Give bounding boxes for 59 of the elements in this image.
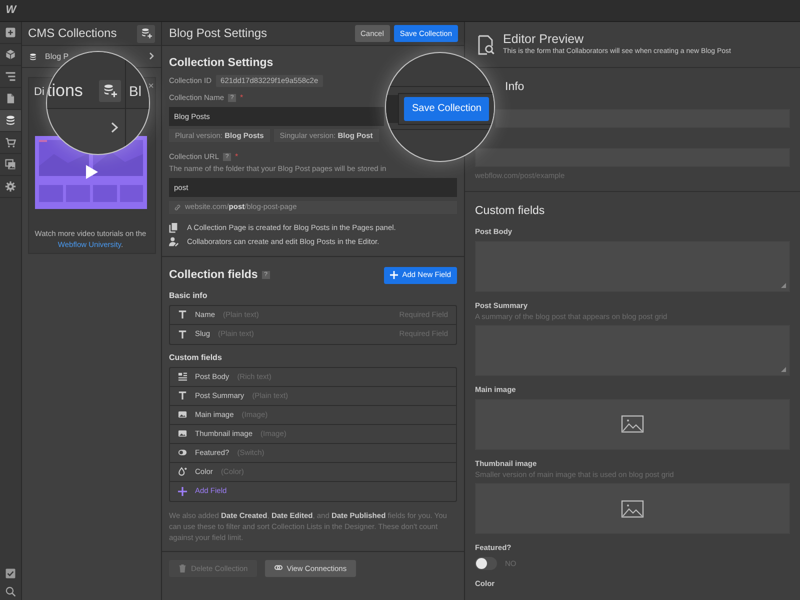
- chevron-icon: [111, 122, 118, 133]
- plus-icon: [178, 486, 187, 496]
- droplet-icon: [178, 467, 187, 476]
- required-mark: *: [240, 92, 244, 103]
- chevron-icon[interactable]: [149, 52, 154, 60]
- required-mark: *: [235, 152, 238, 162]
- input-field[interactable]: [495, 109, 790, 128]
- text-icon: [178, 330, 187, 338]
- cart-icon[interactable]: [5, 137, 16, 148]
- panel-title: tions: [47, 80, 83, 102]
- toggle-switch[interactable]: [475, 556, 497, 570]
- input-field[interactable]: [475, 148, 790, 168]
- logo[interactable]: W: [0, 0, 22, 22]
- panel-title: Bl: [129, 83, 142, 100]
- section-title: Custom fields: [475, 204, 546, 218]
- panel-title: CMS Collections: [28, 26, 117, 41]
- plus-icon: [390, 271, 398, 279]
- add-collection-button[interactable]: [99, 80, 121, 102]
- resize-handle[interactable]: [781, 282, 786, 288]
- input-field[interactable]: [386, 95, 398, 123]
- tutorial-title: Di: [34, 86, 44, 98]
- image-placeholder-icon: [621, 500, 644, 518]
- section-title: Collection fields: [169, 268, 258, 282]
- image-placeholder-icon: [621, 415, 644, 434]
- search-icon[interactable]: [5, 586, 16, 596]
- save-button[interactable]: Save Collection: [404, 97, 490, 121]
- database-plus-icon: [140, 28, 152, 39]
- text-icon: [178, 310, 187, 319]
- pages-icon: [169, 222, 179, 232]
- section-title: Info: [505, 80, 526, 94]
- user-edit-icon: [169, 236, 179, 246]
- close-button[interactable]: ×: [148, 82, 154, 92]
- cube-icon[interactable]: [5, 49, 16, 60]
- link-icon: [174, 204, 181, 210]
- panel-title: Blog Post Settings: [169, 26, 268, 41]
- section-title: Collection Settings: [169, 56, 274, 70]
- rich-text-icon: [178, 372, 187, 381]
- page-icon[interactable]: [5, 93, 16, 104]
- database-icon: [29, 52, 37, 60]
- layers-icon[interactable]: [5, 71, 16, 82]
- checkbox-icon[interactable]: [5, 568, 16, 578]
- group-title: Basic info: [169, 290, 208, 300]
- panel-title: Editor Preview: [503, 32, 585, 48]
- toggle-icon: [178, 448, 187, 457]
- add-collection-button[interactable]: [137, 24, 155, 42]
- gear-icon[interactable]: [5, 181, 16, 192]
- trash-icon: [178, 564, 187, 574]
- image-icon: [178, 410, 187, 419]
- text-icon: [178, 391, 187, 400]
- database-icon: [5, 115, 16, 126]
- image-icon: [178, 429, 187, 438]
- add-icon[interactable]: [5, 27, 16, 38]
- play-icon[interactable]: [84, 164, 98, 180]
- database-plus-icon: [103, 84, 117, 98]
- collection-name[interactable]: Blog P: [45, 52, 69, 62]
- resize-handle[interactable]: [781, 367, 786, 372]
- group-title: Custom fields: [169, 352, 223, 362]
- images-icon[interactable]: [5, 159, 16, 170]
- document-search-icon: [477, 34, 495, 54]
